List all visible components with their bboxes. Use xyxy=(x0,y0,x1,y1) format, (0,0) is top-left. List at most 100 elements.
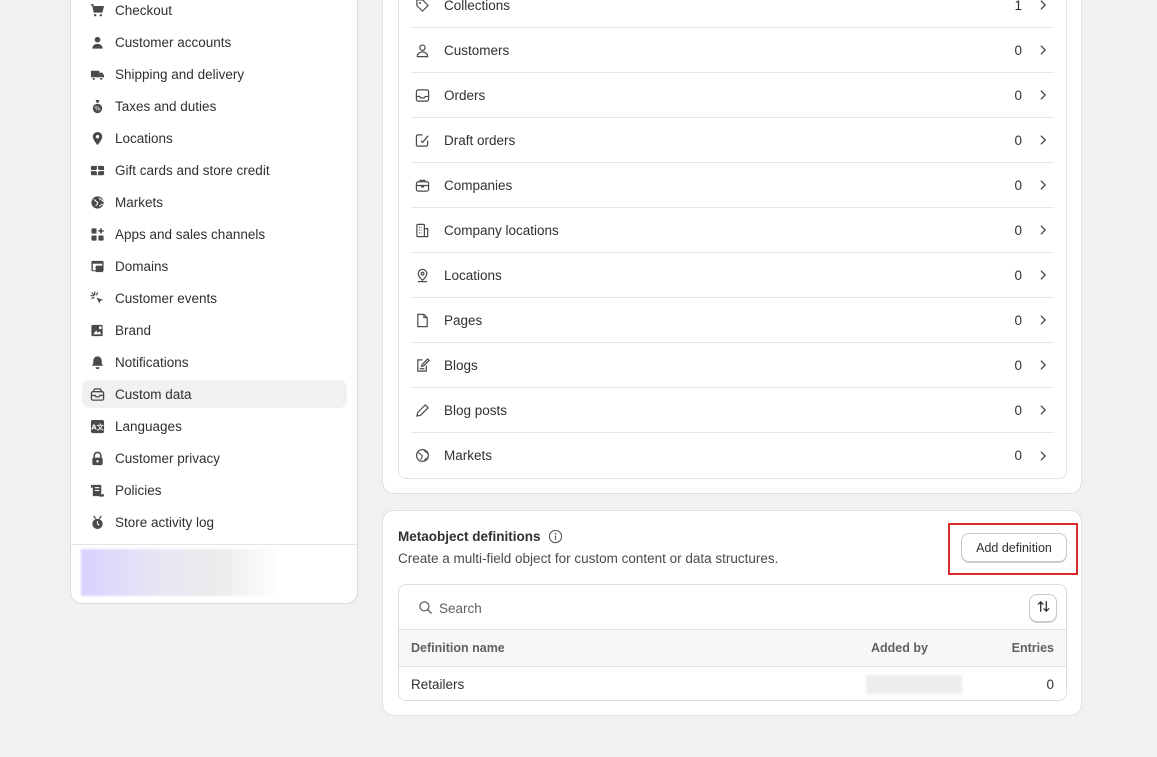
sidebar-item-label: Policies xyxy=(115,482,162,498)
sidebar-divider xyxy=(71,544,357,545)
building-icon xyxy=(413,221,431,239)
domain-icon xyxy=(88,257,106,275)
metaobject-title: Metaobject definitions xyxy=(398,529,563,544)
chevron-right-icon xyxy=(1036,43,1050,57)
metafield-row-count: 0 xyxy=(1014,222,1022,238)
metafield-row-count: 0 xyxy=(1014,448,1022,463)
chevron-right-icon xyxy=(1036,449,1050,463)
sidebar-item-domains[interactable]: Domains xyxy=(82,252,347,280)
tag-icon xyxy=(413,0,431,14)
sidebar-item-languages[interactable]: A文 Languages xyxy=(82,412,347,440)
metafield-row-count: 0 xyxy=(1014,402,1022,418)
sidebar-item-label: Custom data xyxy=(115,386,192,402)
metafield-row-companies[interactable]: Companies 0 xyxy=(411,163,1054,208)
table-header: Definition name Added by Entries xyxy=(399,630,1066,667)
sidebar-item-apps-and-sales-channels[interactable]: Apps and sales channels xyxy=(82,220,347,248)
sidebar-item-customer-accounts[interactable]: Customer accounts xyxy=(82,28,347,56)
cursor-click-icon xyxy=(88,289,106,307)
chevron-right-icon xyxy=(1036,0,1050,12)
chevron-right-icon xyxy=(1036,133,1050,147)
column-definition-name[interactable]: Definition name xyxy=(411,641,505,655)
sidebar-item-label: Customer events xyxy=(115,290,218,306)
lock-icon xyxy=(88,449,106,467)
brand-icon xyxy=(88,321,106,339)
truck-icon xyxy=(88,65,106,83)
sidebar-item-gift-cards-and-store-credit[interactable]: Gift cards and store credit xyxy=(82,156,347,184)
sidebar-item-markets[interactable]: Markets xyxy=(82,188,347,216)
metafield-row-label: Blog posts xyxy=(444,402,508,418)
chevron-right-icon xyxy=(1036,268,1050,282)
chevron-right-icon xyxy=(1036,88,1050,102)
sidebar-item-label: Store activity log xyxy=(115,514,215,530)
metafield-row-locations[interactable]: Locations 0 xyxy=(411,253,1054,298)
metafield-row-company-locations[interactable]: Company locations 0 xyxy=(411,208,1054,253)
sidebar-item-shipping-and-delivery[interactable]: Shipping and delivery xyxy=(82,60,347,88)
metafield-row-count: 0 xyxy=(1014,177,1022,193)
metafield-row-count: 0 xyxy=(1014,42,1022,58)
search-bar xyxy=(399,585,1066,630)
chevron-right-icon xyxy=(1036,403,1050,417)
sidebar-item-locations[interactable]: Locations xyxy=(82,124,347,152)
language-icon: A文 xyxy=(88,417,106,435)
sidebar-item-policies[interactable]: Policies xyxy=(82,476,347,504)
sidebar-item-label: Locations xyxy=(115,130,173,146)
location-pin-icon xyxy=(88,129,106,147)
sidebar-item-brand[interactable]: Brand xyxy=(82,316,347,344)
metafield-row-count: 0 xyxy=(1014,267,1022,283)
sidebar-item-taxes-and-duties[interactable]: % Taxes and duties xyxy=(82,92,347,120)
metafield-row-label: Company locations xyxy=(444,222,559,238)
sidebar-item-label: Notifications xyxy=(115,354,189,370)
sidebar-item-label: Languages xyxy=(115,418,182,434)
location-outline-icon xyxy=(413,266,431,284)
settings-sidebar: Checkout Customer accounts Shipping and de… xyxy=(70,0,358,604)
sort-icon xyxy=(1036,599,1051,617)
metafield-row-customers[interactable]: Customers 0 xyxy=(411,28,1054,73)
metafield-row-label: Orders xyxy=(444,87,486,103)
info-icon[interactable] xyxy=(548,529,563,544)
person-icon xyxy=(88,33,106,51)
column-added-by[interactable]: Added by xyxy=(871,641,928,655)
metafield-row-collections[interactable]: Collections 1 xyxy=(411,0,1054,28)
sidebar-item-label: Taxes and duties xyxy=(115,98,217,114)
metafield-row-blog-posts[interactable]: Blog posts 0 xyxy=(411,388,1054,433)
metafield-row-orders[interactable]: Orders 0 xyxy=(411,73,1054,118)
gift-card-icon xyxy=(88,161,106,179)
metafield-row-label: Locations xyxy=(444,267,502,283)
add-definition-button[interactable]: Add definition xyxy=(961,533,1067,562)
sidebar-item-checkout[interactable]: Checkout xyxy=(82,0,347,24)
table-row[interactable]: Retailers 0 xyxy=(399,667,1066,700)
sidebar-item-label: Apps and sales channels xyxy=(115,226,266,242)
metafield-row-draft-orders[interactable]: Draft orders 0 xyxy=(411,118,1054,163)
metafield-row-count: 1 xyxy=(1014,0,1022,13)
inbox-icon xyxy=(413,86,431,104)
sidebar-item-notifications[interactable]: Notifications xyxy=(82,348,347,376)
search-input[interactable] xyxy=(439,597,999,619)
metafield-row-markets[interactable]: Markets 0 xyxy=(411,433,1054,478)
sidebar-item-customer-privacy[interactable]: Customer privacy xyxy=(82,444,347,472)
metafield-row-label: Pages xyxy=(444,312,483,328)
metafield-row-count: 0 xyxy=(1014,357,1022,373)
chevron-right-icon xyxy=(1036,223,1050,237)
draft-order-icon xyxy=(413,131,431,149)
sidebar-item-store-activity-log[interactable]: Store activity log xyxy=(82,508,347,536)
store-profile-blurred[interactable] xyxy=(81,549,281,596)
svg-text:A文: A文 xyxy=(91,422,104,431)
policy-icon xyxy=(88,481,106,499)
metafield-row-pages[interactable]: Pages 0 xyxy=(411,298,1054,343)
metafield-row-count: 0 xyxy=(1014,132,1022,148)
sort-button[interactable] xyxy=(1029,594,1057,622)
svg-text:%: % xyxy=(94,104,100,112)
sidebar-item-label: Shipping and delivery xyxy=(115,66,245,82)
sidebar-item-customer-events[interactable]: Customer events xyxy=(82,284,347,312)
apps-icon xyxy=(88,225,106,243)
metaobject-table: Definition name Added by Entries Retaile… xyxy=(398,584,1067,701)
sidebar-item-custom-data[interactable]: Custom data xyxy=(82,380,347,408)
sidebar-item-label: Customer accounts xyxy=(115,34,232,50)
chevron-right-icon xyxy=(1036,358,1050,372)
bell-icon xyxy=(88,353,106,371)
column-entries[interactable]: Entries xyxy=(1012,641,1054,655)
chevron-right-icon xyxy=(1036,313,1050,327)
globe-outline-icon xyxy=(413,447,431,465)
metafield-row-blogs[interactable]: Blogs 0 xyxy=(411,343,1054,388)
sidebar-item-label: Brand xyxy=(115,322,152,338)
